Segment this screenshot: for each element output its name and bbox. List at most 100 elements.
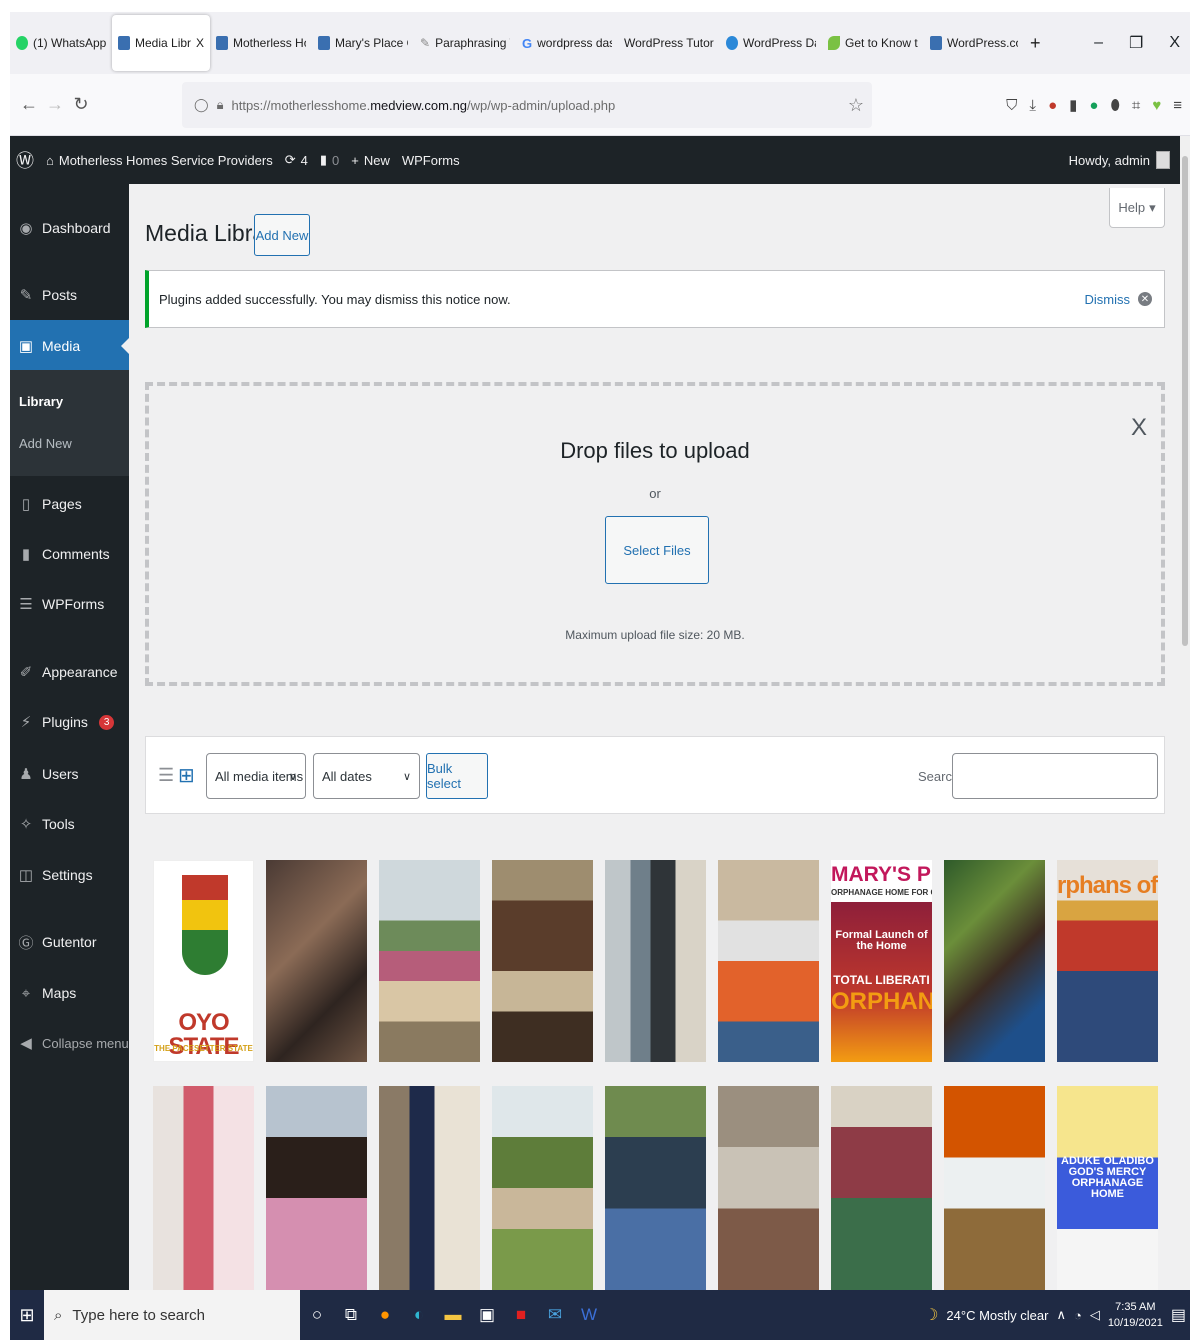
forward-arrow-icon[interactable]: → xyxy=(42,94,68,115)
menu-icon[interactable]: ≡ xyxy=(1173,97,1182,114)
windows-start-icon[interactable]: ⊞ xyxy=(10,1290,44,1340)
media-thumbnail[interactable] xyxy=(605,860,706,1062)
upload-dropzone[interactable]: X Drop files to upload or Select Files M… xyxy=(145,382,1165,686)
media-thumbnail[interactable] xyxy=(379,1086,480,1290)
date-filter[interactable]: All dates ∨ xyxy=(313,753,420,799)
tab-media-library[interactable]: Media Library ‹ X xyxy=(112,15,210,71)
store-icon[interactable]: ▣ xyxy=(470,1290,504,1340)
help-tab-button[interactable]: Help ▾ xyxy=(1109,188,1165,228)
dismiss-notice-button[interactable]: Dismiss ✕ xyxy=(1085,292,1152,307)
reload-icon[interactable]: ↻ xyxy=(68,94,94,115)
list-view-icon[interactable]: ☰ xyxy=(158,765,174,786)
media-thumbnail[interactable] xyxy=(153,1086,254,1290)
word-icon[interactable]: W xyxy=(572,1290,606,1340)
notifications-icon[interactable]: ▤ xyxy=(1171,1305,1186,1325)
network-icon[interactable]: ◔ xyxy=(1074,1308,1082,1323)
wpforms-link[interactable]: WPForms xyxy=(402,153,460,168)
sidebar-item-settings[interactable]: ◫ Settings xyxy=(10,855,129,895)
tab-wordpress-dashb-google[interactable]: G wordpress dashb xyxy=(516,16,618,70)
clock[interactable]: 7:35 AM 10/19/2021 xyxy=(1108,1299,1163,1331)
sidebar-item-users[interactable]: ♟ Users xyxy=(10,754,129,794)
minimize-button[interactable]: – xyxy=(1094,34,1103,52)
media-thumbnail[interactable]: MARY'S PLAC ORPHANAGE HOME FOR GI Formal… xyxy=(831,860,932,1062)
wordpress-logo-icon[interactable]: Ⓦ xyxy=(16,147,34,173)
media-thumbnail[interactable] xyxy=(944,1086,1045,1290)
my-account-link[interactable]: Howdy, admin xyxy=(1069,151,1170,169)
bulk-select-button[interactable]: Bulk select xyxy=(426,753,488,799)
media-thumbnail[interactable] xyxy=(266,860,367,1062)
close-window-button[interactable]: X xyxy=(1169,34,1180,52)
media-thumbnail[interactable] xyxy=(718,860,819,1062)
sidebar-item-plugins[interactable]: ⚡︎ Plugins 3 xyxy=(10,702,129,742)
media-thumbnail[interactable] xyxy=(718,1086,819,1290)
tab-paraphrasing-tool[interactable]: ✎ Paraphrasing Tool xyxy=(414,16,516,70)
weather-text[interactable]: 24°C Mostly clear xyxy=(946,1308,1048,1323)
sidebar-item-maps[interactable]: ⌖ Maps xyxy=(10,973,129,1013)
cortana-icon[interactable]: ○ xyxy=(300,1290,334,1340)
submenu-library[interactable]: Library xyxy=(19,394,63,409)
tab-marys-place[interactable]: Mary's Place Orph xyxy=(312,16,414,70)
sidebar-item-gutentor[interactable]: Ⓖ Gutentor xyxy=(10,922,129,962)
select-files-button[interactable]: Select Files xyxy=(605,516,709,584)
site-name-link[interactable]: ⌂ Motherless Homes Service Providers xyxy=(46,153,273,168)
media-type-filter[interactable]: All media items ∨ xyxy=(206,753,306,799)
page-scrollbar[interactable] xyxy=(1180,136,1190,1290)
edge-icon[interactable]: ◐ xyxy=(402,1290,436,1340)
acrobat-icon[interactable]: ■ xyxy=(504,1290,538,1340)
scrollbar-thumb[interactable] xyxy=(1182,156,1188,646)
sidebar-item-media[interactable]: ▣ Media xyxy=(10,320,129,372)
sidebar-item-posts[interactable]: ✎ Posts xyxy=(10,275,129,315)
media-thumbnail[interactable] xyxy=(379,860,480,1062)
search-input[interactable] xyxy=(952,753,1158,799)
tab-wordpress-tutorial[interactable]: WordPress Tutorial - V xyxy=(618,16,720,70)
grid-view-icon[interactable]: ⊞ xyxy=(178,763,195,788)
add-new-button[interactable]: Add New xyxy=(254,214,310,256)
address-bar[interactable]: ◯ 🔒︎ https://motherlesshome.medview.com.… xyxy=(182,82,872,128)
media-thumbnail[interactable]: ADUKE OLADIBO GOD'S MERCY ORPHANAGE HOME xyxy=(1057,1086,1158,1290)
pocket-icon[interactable]: ⛉ xyxy=(1006,97,1017,114)
sidebar-item-tools[interactable]: ✧ Tools xyxy=(10,804,129,844)
tab-motherless-home[interactable]: Motherless Home xyxy=(210,16,312,70)
tab-wordpress-com[interactable]: WordPress.com D xyxy=(924,16,1024,70)
mail-icon[interactable]: ✉ xyxy=(538,1290,572,1340)
media-thumbnail[interactable] xyxy=(266,1086,367,1290)
show-hidden-icons-icon[interactable]: ∧ xyxy=(1056,1307,1066,1323)
task-view-icon[interactable]: ⧉ xyxy=(334,1290,368,1340)
grammarly-icon[interactable]: ● xyxy=(1089,97,1098,114)
file-explorer-icon[interactable]: ▬ xyxy=(436,1290,470,1340)
restore-button[interactable]: ❐ xyxy=(1129,33,1143,53)
sidebar-item-wpforms[interactable]: ☰ WPForms xyxy=(10,584,129,624)
extension-icon[interactable]: ♥ xyxy=(1152,97,1161,114)
extension-icon[interactable]: ⬮ xyxy=(1110,97,1119,114)
media-thumbnail[interactable] xyxy=(605,1086,706,1290)
media-thumbnail[interactable] xyxy=(831,1086,932,1290)
close-tab-icon[interactable]: X xyxy=(196,36,204,50)
extension-icon[interactable]: ● xyxy=(1048,97,1057,114)
tab-get-to-know[interactable]: Get to Know the V xyxy=(822,16,924,70)
download-icon[interactable]: ⤓ xyxy=(1029,97,1036,114)
media-thumbnail[interactable] xyxy=(492,860,593,1062)
new-content-link[interactable]: + New xyxy=(351,153,390,168)
media-thumbnail[interactable] xyxy=(944,860,1045,1062)
extension-icon[interactable]: ▮ xyxy=(1069,96,1077,114)
sidebar-item-pages[interactable]: ▯ Pages xyxy=(10,484,129,524)
sidebar-item-appearance[interactable]: ✐ Appearance xyxy=(10,652,129,692)
media-thumbnail[interactable]: OYO STATE THE PACESETTER STATE xyxy=(153,860,254,1062)
tab-whatsapp[interactable]: (1) WhatsApp xyxy=(10,16,112,70)
collapse-menu-button[interactable]: ◀ Collapse menu xyxy=(10,1023,129,1063)
sidebar-item-dashboard[interactable]: ◉ Dashboard xyxy=(10,208,129,248)
speaker-icon[interactable]: ◁ xyxy=(1090,1307,1100,1323)
extension-icon[interactable]: ⌗ xyxy=(1132,97,1140,114)
submenu-add-new[interactable]: Add New xyxy=(19,436,72,451)
tab-wordpress-dashboard-edge[interactable]: WordPress Dashb xyxy=(720,16,822,70)
new-tab-button[interactable]: + xyxy=(1024,16,1050,70)
taskbar-search-box[interactable]: ⌕ Type here to search xyxy=(44,1290,300,1340)
sidebar-item-comments[interactable]: ▮ Comments xyxy=(10,534,129,574)
updates-link[interactable]: ⟳ 4 xyxy=(285,152,308,168)
back-arrow-icon[interactable]: ← xyxy=(16,94,42,115)
firefox-icon[interactable]: ● xyxy=(368,1290,402,1340)
media-thumbnail[interactable] xyxy=(492,1086,593,1290)
bookmark-star-icon[interactable]: ☆ xyxy=(848,95,864,116)
comments-link[interactable]: ▮ 0 xyxy=(320,152,339,168)
media-thumbnail[interactable]: rphans of Go xyxy=(1057,860,1158,1062)
